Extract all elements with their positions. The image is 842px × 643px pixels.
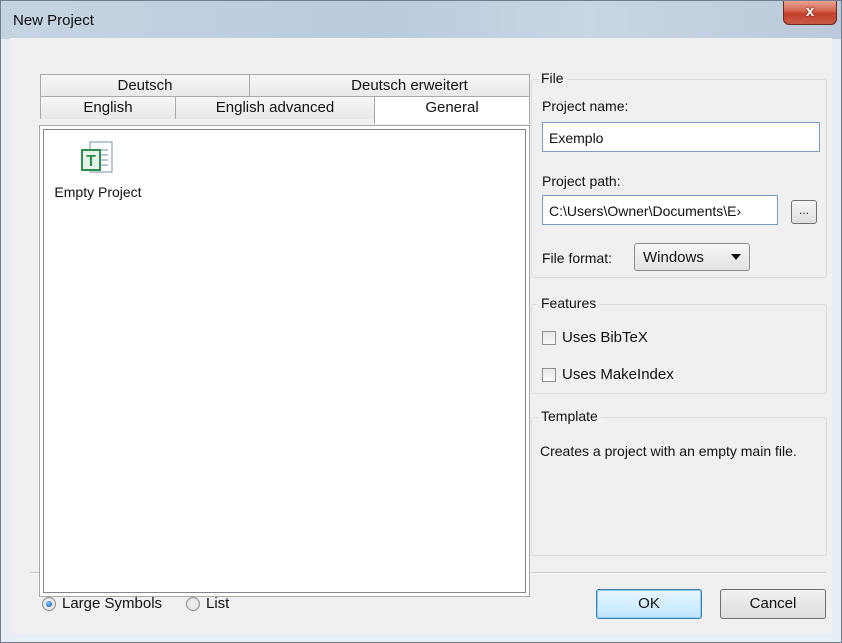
tab-english-advanced[interactable]: English advanced <box>175 96 375 119</box>
tab-deutsch[interactable]: Deutsch <box>40 74 250 97</box>
browse-button[interactable]: ... <box>791 200 817 224</box>
ok-button[interactable]: OK <box>596 589 702 619</box>
close-icon: x <box>805 3 815 20</box>
title-bar[interactable]: New Project x <box>1 1 841 39</box>
tab-deutsch-erweitert[interactable]: Deutsch erweitert <box>249 74 530 97</box>
template-label: Empty Project <box>54 184 142 200</box>
project-name-input[interactable]: Exemplo <box>542 122 820 152</box>
checkbox-label: Uses BibTeX <box>562 329 648 346</box>
cancel-button[interactable]: Cancel <box>720 589 826 619</box>
tab-label: Deutsch <box>117 77 173 94</box>
file-group-title: File <box>538 70 567 86</box>
file-group: File Project name: Exemplo Project path:… <box>531 70 827 278</box>
chevron-down-icon <box>731 254 741 260</box>
project-name-label: Project name: <box>542 98 629 114</box>
uses-bibtex-checkbox[interactable] <box>542 331 556 345</box>
template-group: Template Creates a project with an empty… <box>531 408 827 556</box>
project-path-input[interactable]: C:\Users\Owner\Documents\E› <box>542 195 778 225</box>
file-format-label: File format: <box>542 250 613 266</box>
project-path-label: Project path: <box>542 173 621 189</box>
templates-list[interactable]: T Empty Project <box>43 129 526 593</box>
window-title: New Project <box>13 12 94 29</box>
file-format-value: Windows <box>643 249 704 266</box>
list-radio[interactable] <box>186 597 200 611</box>
tab-label: Deutsch erweitert <box>351 77 468 94</box>
radio-label: Large Symbols <box>62 595 163 612</box>
template-group-title: Template <box>538 408 601 424</box>
file-format-select[interactable]: Windows <box>634 243 750 271</box>
tab-general[interactable]: General <box>374 96 530 124</box>
features-group: Features Uses BibTeX Uses MakeIndex <box>531 295 827 394</box>
checkbox-label: Uses MakeIndex <box>562 366 674 383</box>
close-button[interactable]: x <box>783 1 837 25</box>
templates-panel: T Empty Project <box>39 125 530 597</box>
large-symbols-radio[interactable] <box>42 597 56 611</box>
radio-label: List <box>206 595 230 612</box>
tab-label: English <box>83 99 133 116</box>
tab-english[interactable]: English <box>40 96 176 119</box>
features-group-title: Features <box>538 295 600 311</box>
svg-text:T: T <box>86 153 96 170</box>
dialog-client-area: Deutsch Deutsch erweitert English Englis… <box>10 38 832 634</box>
tab-label: General <box>425 99 479 116</box>
new-project-dialog: New Project x Deutsch Deutsch erweitert … <box>0 0 842 643</box>
template-item-empty-project[interactable]: T Empty Project <box>48 138 148 200</box>
tab-label: English advanced <box>215 99 335 116</box>
template-description: Creates a project with an empty main fil… <box>540 443 797 459</box>
tex-document-icon: T <box>81 141 113 173</box>
uses-makeindex-checkbox[interactable] <box>542 368 556 382</box>
